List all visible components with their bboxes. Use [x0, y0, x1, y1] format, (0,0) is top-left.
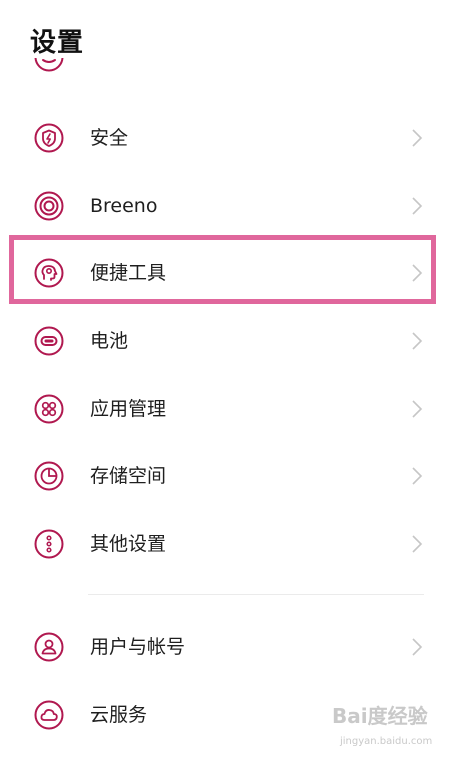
settings-item-other[interactable]: 其他设置 [0, 514, 452, 574]
settings-item-storage[interactable]: 存储空间 [0, 446, 452, 506]
storage-icon [34, 461, 64, 491]
shield-icon [34, 123, 64, 153]
chevron-right-icon [410, 636, 424, 658]
chevron-right-icon [410, 465, 424, 487]
chevron-right-icon [410, 127, 424, 149]
user-icon [34, 632, 64, 662]
settings-item-battery[interactable]: 电池 [0, 311, 452, 371]
settings-item-label: Breeno [90, 195, 158, 217]
highlight-box [9, 235, 436, 304]
settings-item-breeno[interactable]: Breeno [0, 176, 452, 236]
battery-icon [34, 326, 64, 356]
chevron-right-icon [410, 398, 424, 420]
settings-item-apps[interactable]: 应用管理 [0, 379, 452, 439]
chevron-right-icon [410, 330, 424, 352]
settings-item-label: 云服务 [90, 704, 148, 726]
cloud-icon [34, 700, 64, 730]
more-icon [34, 529, 64, 559]
watermark: Bai度经验 [332, 704, 428, 728]
partial-settings-icon [34, 58, 64, 88]
chevron-right-icon [410, 533, 424, 555]
chevron-right-icon [410, 195, 424, 217]
settings-item-label: 其他设置 [90, 533, 167, 555]
settings-item-account[interactable]: 用户与帐号 [0, 617, 452, 677]
watermark-url: jingyan.baidu.com [340, 736, 433, 747]
section-divider [88, 594, 424, 595]
page-title: 设置 [30, 28, 85, 58]
settings-item-label: 安全 [90, 127, 129, 149]
breeno-icon [34, 191, 64, 221]
settings-item-security[interactable]: 安全 [0, 108, 452, 168]
settings-item-label: 用户与帐号 [90, 636, 186, 658]
settings-item-label: 应用管理 [90, 398, 167, 420]
settings-item-label: 电池 [90, 330, 129, 352]
apps-icon [34, 394, 64, 424]
settings-item-label: 存储空间 [90, 465, 167, 487]
